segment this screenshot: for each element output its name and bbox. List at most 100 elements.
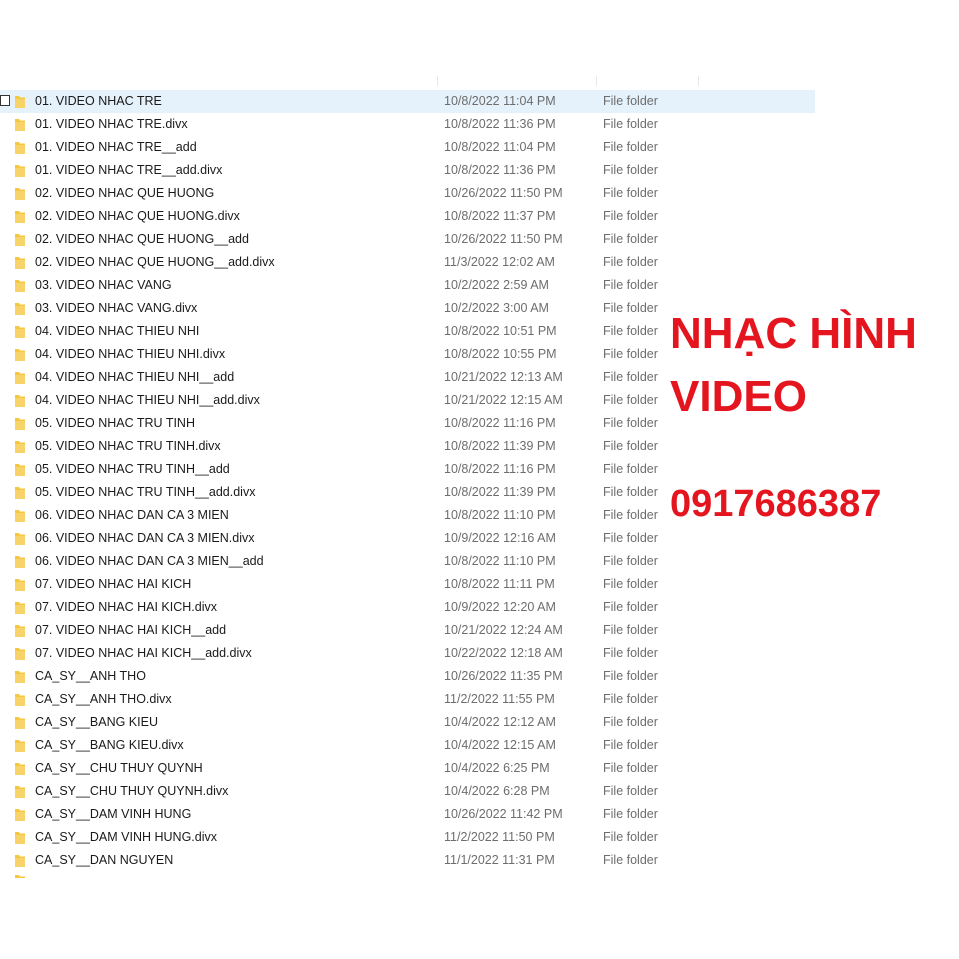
column-divider[interactable] — [437, 76, 438, 86]
file-type: File folder — [603, 393, 658, 407]
partial-folder-icon — [14, 874, 26, 878]
folder-icon — [14, 761, 26, 775]
file-name[interactable]: 06. VIDEO NHAC DAN CA 3 MIEN — [35, 504, 229, 527]
file-name[interactable]: 02. VIDEO NHAC QUE HUONG — [35, 182, 214, 205]
file-row[interactable]: 07. VIDEO NHAC HAI KICH__add.divx 10/22/2… — [0, 642, 815, 665]
folder-icon — [14, 807, 26, 821]
row-checkbox[interactable] — [0, 95, 10, 106]
file-row[interactable]: 05. VIDEO NHAC TRU TINH.divx 10/8/2022 11… — [0, 435, 815, 458]
file-row[interactable]: 01. VIDEO NHAC TRE 10/8/2022 11:04 PM File… — [0, 90, 815, 113]
file-name[interactable]: 04. VIDEO NHAC THIEU NHI__add — [35, 366, 234, 389]
date-modified: 11/3/2022 12:02 AM — [444, 255, 555, 269]
file-name[interactable]: 07. VIDEO NHAC HAI KICH__add.divx — [35, 642, 252, 665]
file-name[interactable]: 01. VIDEO NHAC TRE.divx — [35, 113, 188, 136]
file-name[interactable]: 02. VIDEO NHAC QUE HUONG__add.divx — [35, 251, 275, 274]
file-row[interactable]: CA_SY__DAM VINH HUNG.divx 11/2/2022 11:50… — [0, 826, 815, 849]
date-modified: 10/4/2022 6:25 PM — [444, 761, 550, 775]
file-name[interactable]: CA_SY__CHU THUY QUYNH.divx — [35, 780, 228, 803]
file-type: File folder — [603, 301, 658, 315]
column-divider[interactable] — [596, 76, 597, 86]
date-modified: 11/2/2022 11:50 PM — [444, 830, 555, 844]
file-name[interactable]: 03. VIDEO NHAC VANG — [35, 274, 172, 297]
file-type: File folder — [603, 554, 658, 568]
file-type: File folder — [603, 163, 658, 177]
date-modified: 10/8/2022 11:10 PM — [444, 554, 556, 568]
folder-icon — [14, 117, 26, 131]
file-name[interactable]: CA_SY__DAM VINH HUNG.divx — [35, 826, 217, 849]
file-type: File folder — [603, 761, 658, 775]
file-row[interactable]: 07. VIDEO NHAC HAI KICH__add 10/21/2022 1… — [0, 619, 815, 642]
file-row[interactable]: 02. VIDEO NHAC QUE HUONG.divx 10/8/2022 1… — [0, 205, 815, 228]
file-name[interactable]: 02. VIDEO NHAC QUE HUONG__add — [35, 228, 249, 251]
file-name[interactable]: CA_SY__ANH THO.divx — [35, 688, 172, 711]
file-name[interactable]: 04. VIDEO NHAC THIEU NHI__add.divx — [35, 389, 260, 412]
file-row[interactable]: 06. VIDEO NHAC DAN CA 3 MIEN.divx 10/9/20… — [0, 527, 815, 550]
file-type: File folder — [603, 600, 658, 614]
file-name[interactable]: 04. VIDEO NHAC THIEU NHI — [35, 320, 199, 343]
folder-icon — [14, 278, 26, 292]
file-row[interactable]: 06. VIDEO NHAC DAN CA 3 MIEN__add 10/8/20… — [0, 550, 815, 573]
file-type: File folder — [603, 140, 658, 154]
file-name[interactable]: CA_SY__DAN NGUYEN — [35, 849, 173, 872]
folder-icon — [14, 715, 26, 729]
folder-icon — [14, 255, 26, 269]
folder-icon — [14, 301, 26, 315]
file-row[interactable]: 03. VIDEO NHAC VANG 10/2/2022 2:59 AM File… — [0, 274, 815, 297]
file-name[interactable]: CA_SY__DAM VINH HUNG — [35, 803, 191, 826]
folder-icon — [14, 692, 26, 706]
file-row[interactable]: CA_SY__DAM VINH HUNG 10/26/2022 11:42 PM F… — [0, 803, 815, 826]
date-modified: 10/8/2022 11:16 PM — [444, 462, 556, 476]
file-row[interactable]: CA_SY__BANG KIEU 10/4/2022 12:12 AM File f… — [0, 711, 815, 734]
file-name[interactable]: 05. VIDEO NHAC TRU TINH__add.divx — [35, 481, 255, 504]
file-row[interactable]: CA_SY__CHU THUY QUYNH.divx 10/4/2022 6:28… — [0, 780, 815, 803]
folder-icon — [14, 186, 26, 200]
folder-icon — [14, 462, 26, 476]
file-row[interactable]: 01. VIDEO NHAC TRE__add.divx 10/8/2022 11… — [0, 159, 815, 182]
date-modified: 11/1/2022 11:31 PM — [444, 853, 555, 867]
file-row[interactable]: CA_SY__CHU THUY QUYNH 10/4/2022 6:25 PM Fi… — [0, 757, 815, 780]
file-name[interactable]: 03. VIDEO NHAC VANG.divx — [35, 297, 197, 320]
file-type: File folder — [603, 577, 658, 591]
file-row[interactable]: 05. VIDEO NHAC TRU TINH__add 10/8/2022 11… — [0, 458, 815, 481]
folder-icon — [14, 508, 26, 522]
file-name[interactable]: 01. VIDEO NHAC TRE__add — [35, 136, 197, 159]
file-row[interactable]: CA_SY__ANH THO.divx 11/2/2022 11:55 PM Fil… — [0, 688, 815, 711]
date-modified: 10/8/2022 11:04 PM — [444, 140, 556, 154]
folder-icon — [14, 140, 26, 154]
file-name[interactable]: 04. VIDEO NHAC THIEU NHI.divx — [35, 343, 225, 366]
file-row[interactable]: 07. VIDEO NHAC HAI KICH 10/8/2022 11:11 P… — [0, 573, 815, 596]
file-name[interactable]: 05. VIDEO NHAC TRU TINH__add — [35, 458, 230, 481]
file-row[interactable]: CA_SY__DAN NGUYEN 11/1/2022 11:31 PM File … — [0, 849, 815, 872]
file-name[interactable]: 01. VIDEO NHAC TRE — [35, 90, 162, 113]
file-name[interactable]: 06. VIDEO NHAC DAN CA 3 MIEN.divx — [35, 527, 255, 550]
file-row[interactable]: 07. VIDEO NHAC HAI KICH.divx 10/9/2022 12… — [0, 596, 815, 619]
file-name[interactable]: 07. VIDEO NHAC HAI KICH — [35, 573, 191, 596]
file-row[interactable]: CA_SY__BANG KIEU.divx 10/4/2022 12:15 AM F… — [0, 734, 815, 757]
file-type: File folder — [603, 186, 658, 200]
file-name[interactable]: 05. VIDEO NHAC TRU TINH.divx — [35, 435, 221, 458]
file-name[interactable]: CA_SY__BANG KIEU.divx — [35, 734, 184, 757]
folder-icon — [14, 600, 26, 614]
file-type: File folder — [603, 623, 658, 637]
file-name[interactable]: 07. VIDEO NHAC HAI KICH.divx — [35, 596, 217, 619]
file-row[interactable]: 02. VIDEO NHAC QUE HUONG 10/26/2022 11:50… — [0, 182, 815, 205]
folder-icon — [14, 163, 26, 177]
column-divider[interactable] — [698, 76, 699, 86]
folder-icon — [14, 485, 26, 499]
file-row[interactable]: 01. VIDEO NHAC TRE__add 10/8/2022 11:04 P… — [0, 136, 815, 159]
file-row[interactable]: CA_SY__ANH THO 10/26/2022 11:35 PM File fo… — [0, 665, 815, 688]
folder-icon — [14, 416, 26, 430]
file-row[interactable]: 02. VIDEO NHAC QUE HUONG__add 10/26/2022 … — [0, 228, 815, 251]
file-name[interactable]: CA_SY__BANG KIEU — [35, 711, 158, 734]
file-type: File folder — [603, 462, 658, 476]
file-row[interactable]: 01. VIDEO NHAC TRE.divx 10/8/2022 11:36 P… — [0, 113, 815, 136]
file-name[interactable]: CA_SY__ANH THO — [35, 665, 146, 688]
file-name[interactable]: 06. VIDEO NHAC DAN CA 3 MIEN__add — [35, 550, 264, 573]
file-row[interactable]: 02. VIDEO NHAC QUE HUONG__add.divx 11/3/2… — [0, 251, 815, 274]
file-name[interactable]: CA_SY__CHU THUY QUYNH — [35, 757, 203, 780]
file-type: File folder — [603, 255, 658, 269]
file-name[interactable]: 02. VIDEO NHAC QUE HUONG.divx — [35, 205, 240, 228]
file-name[interactable]: 05. VIDEO NHAC TRU TINH — [35, 412, 195, 435]
file-name[interactable]: 01. VIDEO NHAC TRE__add.divx — [35, 159, 222, 182]
file-name[interactable]: 07. VIDEO NHAC HAI KICH__add — [35, 619, 226, 642]
